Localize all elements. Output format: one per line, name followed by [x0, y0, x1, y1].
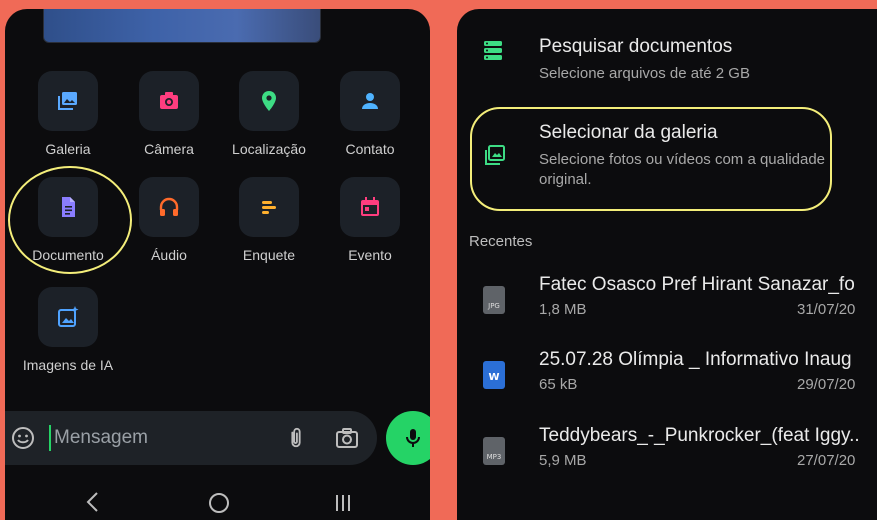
file-name: Teddybears_-_Punkrocker_(feat Iggy..: [539, 425, 860, 446]
attach-label: Imagens de IA: [22, 357, 114, 373]
gallery-select-icon: [485, 145, 505, 165]
attach-camera[interactable]: Câmera: [119, 71, 219, 157]
document-picker-screen: Pesquisar documentos Selecione arquivos …: [457, 9, 877, 520]
calendar-icon: [340, 177, 400, 237]
paperclip-icon[interactable]: [285, 426, 307, 450]
headphones-icon: [139, 177, 199, 237]
document-icon: [38, 177, 98, 237]
recent-apps-icon[interactable]: [333, 493, 353, 513]
ai-image-icon: [38, 287, 98, 347]
search-documents-subtitle: Selecione arquivos de até 2 GB: [539, 65, 750, 82]
attach-label: Áudio: [151, 247, 187, 263]
sticker-icon[interactable]: [11, 426, 35, 450]
file-size: 5,9 MB: [539, 452, 587, 469]
documents-list-icon: [484, 41, 502, 60]
back-icon[interactable]: [85, 491, 101, 513]
attach-audio[interactable]: Áudio: [119, 177, 219, 263]
attach-label: Localização: [232, 141, 306, 157]
file-name: Fatec Osasco Pref Hirant Sanazar_fo: [539, 274, 855, 295]
chat-preview-thumbnail: [43, 9, 321, 43]
attach-event[interactable]: Evento: [320, 177, 420, 263]
jpg-file-icon: JPG: [483, 286, 505, 314]
file-name: 25.07.28 Olímpia _ Informativo Inaug: [539, 349, 852, 370]
attachment-sheet-screen: Galeria Câmera Localização Contato Docum…: [5, 9, 430, 520]
microphone-button[interactable]: [386, 411, 430, 465]
attach-label: Enquete: [242, 247, 296, 263]
attach-label: Câmera: [144, 141, 194, 157]
attach-label: Documento: [32, 247, 104, 263]
search-documents-title[interactable]: Pesquisar documentos: [539, 36, 732, 58]
attach-label: Evento: [348, 247, 392, 263]
mp3-file-icon: MP3: [483, 437, 505, 465]
attach-ai-images[interactable]: Imagens de IA: [18, 287, 118, 373]
recent-file-item[interactable]: JPG Fatec Osasco Pref Hirant Sanazar_fo …: [457, 274, 877, 344]
camera-icon[interactable]: [335, 427, 359, 449]
poll-icon: [239, 177, 299, 237]
attach-poll[interactable]: Enquete: [219, 177, 319, 263]
microphone-icon: [406, 429, 420, 447]
word-file-icon: W: [483, 361, 505, 389]
contact-icon: [340, 71, 400, 131]
camera-icon: [139, 71, 199, 131]
select-gallery-subtitle: Selecione fotos ou vídeos com a qualidad…: [539, 151, 826, 188]
file-date: 29/07/20: [797, 376, 856, 393]
file-size: 1,8 MB: [539, 301, 587, 318]
file-date: 27/07/20: [797, 452, 856, 469]
recent-file-item[interactable]: MP3 Teddybears_-_Punkrocker_(feat Iggy..…: [457, 425, 877, 495]
system-navigation-bar: [5, 479, 430, 520]
select-gallery-title[interactable]: Selecionar da galeria: [539, 122, 718, 144]
attach-gallery[interactable]: Galeria: [18, 71, 118, 157]
message-input-bar[interactable]: Mensagem: [5, 411, 377, 465]
attach-label: Galeria: [45, 141, 91, 157]
home-icon[interactable]: [209, 493, 229, 513]
recent-file-item[interactable]: W 25.07.28 Olímpia _ Informativo Inaug 6…: [457, 349, 877, 419]
attach-contact[interactable]: Contato: [320, 71, 420, 157]
attach-document[interactable]: Documento: [18, 177, 118, 263]
attach-label: Contato: [345, 141, 395, 157]
file-size: 65 kB: [539, 376, 578, 393]
recent-section-header: Recentes: [469, 233, 533, 250]
text-cursor: [49, 425, 51, 451]
gallery-icon: [38, 71, 98, 131]
file-date: 31/07/20: [797, 301, 856, 318]
location-pin-icon: [239, 71, 299, 131]
message-input[interactable]: Mensagem: [54, 427, 148, 449]
attach-location[interactable]: Localização: [219, 71, 319, 157]
